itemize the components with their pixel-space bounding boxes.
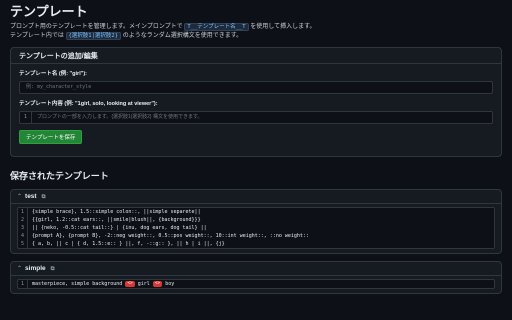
line-number: 3: [20, 225, 24, 231]
code-line: {simple brace}, 1.5::simple colon::, ||s…: [32, 209, 201, 215]
line-number: 4: [20, 233, 24, 239]
code-lines: masterpiece, simple background <> girl <…: [28, 280, 174, 288]
line-numbers: 1: [18, 280, 28, 288]
template-name: simple: [25, 264, 46, 272]
template-card-simple: ⌃ simple ⧉ 1 masterpiece, simple backgro…: [10, 261, 502, 294]
template-syntax-code: T__テンプレート名__T: [184, 23, 249, 31]
template-content-label: テンプレート内容 (例: "1girl, solo, looking at vi…: [19, 101, 158, 107]
chevron-up-icon[interactable]: ⌃: [17, 262, 22, 276]
template-header[interactable]: ⌃ test ⧉: [11, 190, 501, 204]
page-title: テンプレート: [10, 4, 88, 19]
add-template-panel: テンプレートの追加/編集 テンプレート名 (例: "girl"): 例: my_…: [10, 47, 502, 157]
template-code[interactable]: 1 masterpiece, simple background <> girl…: [17, 279, 495, 289]
description-line-2: テンプレート内では {選択肢1|選択肢2} のようなランダム選択構文を使用できま…: [10, 32, 502, 41]
line-number: 5: [20, 241, 24, 247]
content-placeholder: プロンプトの一部を入力します。{選択肢1|選択肢2} 構文を使用できます。: [37, 114, 203, 120]
desc-text: テンプレート内では: [10, 33, 64, 39]
saved-templates-title: 保存されたテンプレート: [10, 171, 109, 181]
description-line-1: プロンプト用のテンプレートを管理します。メインプロンプトで T__テンプレート名…: [10, 23, 502, 32]
chevron-up-icon[interactable]: ⌃: [17, 190, 22, 204]
code-line: { a, b, || c | { d, 1.5::e:: } ||, f, -:…: [32, 241, 225, 247]
code-lines: {simple brace}, 1.5::simple colon::, ||s…: [28, 208, 309, 248]
add-panel-title: テンプレートの追加/編集: [11, 50, 501, 64]
copy-icon[interactable]: ⧉: [51, 262, 55, 276]
template-content-editor[interactable]: 1 プロンプトの一部を入力します。{選択肢1|選択肢2} 構文を使用できます。: [19, 111, 493, 124]
code-line: masterpiece, simple background <> girl <…: [28, 280, 174, 288]
page-description: プロンプト用のテンプレートを管理します。メインプロンプトで T__テンプレート名…: [10, 23, 502, 41]
line-number: 1: [20, 112, 32, 123]
template-code[interactable]: 1 2 3 4 5 {simple brace}, 1.5::simple co…: [17, 207, 495, 249]
line-numbers: 1 2 3 4 5: [18, 208, 28, 248]
separator-chip: <>: [125, 280, 135, 287]
code-text: boy: [162, 281, 175, 287]
desc-text: を使用して挿入します。: [250, 24, 316, 30]
desc-text: のようなランダム選択構文を使用できます。: [122, 33, 243, 39]
template-header[interactable]: ⌃ simple ⧉: [11, 262, 501, 276]
code-text: girl: [134, 281, 153, 287]
separator-chip: <>: [152, 280, 163, 287]
line-number: 2: [20, 217, 24, 223]
template-name-input[interactable]: 例: my_character_style: [19, 81, 493, 94]
templates-page: テンプレート プロンプト用のテンプレートを管理します。メインプロンプトで T__…: [0, 0, 512, 320]
copy-icon[interactable]: ⧉: [42, 190, 46, 204]
desc-text: プロンプト用のテンプレートを管理します。メインプロンプトで: [10, 24, 183, 30]
template-card-test: ⌃ test ⧉ 1 2 3 4 5 {simple brace}, 1.5::…: [10, 189, 502, 254]
template-name-label: テンプレート名 (例: "girl"):: [19, 71, 87, 77]
code-line: {prompt A}, {prompt B}, -2::neg weight::…: [32, 233, 309, 239]
code-text: masterpiece, simple background: [32, 281, 126, 287]
random-choice-syntax-code: {選択肢1|選択肢2}: [65, 32, 122, 40]
line-number: 1: [20, 281, 24, 287]
code-line: || {neko, -0.5::cat tail::} | {inu, dog …: [32, 225, 207, 231]
template-name: test: [25, 192, 37, 200]
code-line: {{girl, 1.2::cat ears::, ||smile|blush||…: [32, 217, 201, 223]
save-template-button[interactable]: テンプレートを保存: [19, 130, 83, 144]
line-number: 1: [20, 209, 24, 215]
